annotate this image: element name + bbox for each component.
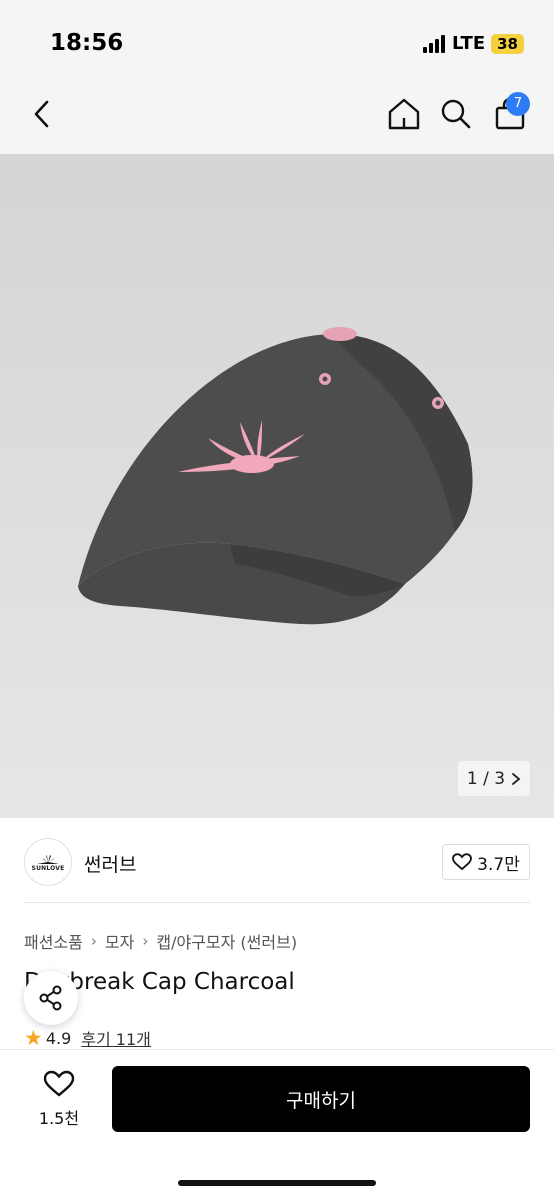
heart-icon — [43, 1070, 75, 1097]
status-indicators: LTE 38 — [423, 33, 524, 54]
heart-icon — [452, 853, 473, 871]
product-image[interactable] — [0, 154, 554, 818]
home-indicator — [178, 1180, 376, 1186]
breadcrumb-item[interactable]: 패션소품 — [24, 929, 83, 953]
wishlist-button[interactable]: 1.5천 — [26, 1066, 92, 1130]
home-icon — [388, 98, 420, 130]
chevron-right-icon: › — [90, 932, 97, 950]
brand-logo[interactable]: SUNLOVE — [24, 838, 72, 886]
network-label: LTE — [452, 33, 486, 54]
rating-value: 4.9 — [45, 1028, 72, 1048]
cart-count-badge: 7 — [506, 92, 530, 116]
nav-bar — [0, 82, 554, 154]
share-button[interactable] — [24, 971, 78, 1025]
chevron-right-icon: › — [142, 932, 149, 950]
search-icon — [441, 99, 471, 129]
home-button[interactable] — [384, 94, 424, 134]
back-button[interactable] — [22, 94, 62, 134]
star-icon: ★ — [24, 1025, 43, 1050]
search-button[interactable] — [436, 94, 476, 134]
share-icon — [39, 985, 62, 1011]
battery-icon: 38 — [491, 33, 524, 54]
rating-row: ★ 4.9 후기 11개 — [24, 1026, 151, 1050]
status-bar: 18:56 LTE 38 — [0, 0, 554, 82]
review-link[interactable]: 후기 11개 — [81, 1026, 151, 1050]
breadcrumb-item[interactable]: 캡/야구모자 (썬러브) — [156, 929, 297, 953]
brand-row: SUNLOVE 썬러브 3.7만 — [0, 818, 554, 902]
cap-image — [78, 327, 473, 625]
sunburst-logo-icon — [37, 855, 59, 864]
status-time: 18:56 — [50, 30, 124, 56]
divider — [24, 902, 530, 903]
image-counter[interactable]: 1 / 3 — [458, 761, 530, 796]
signal-icon — [423, 34, 446, 53]
buy-button[interactable]: 구매하기 — [112, 1066, 530, 1132]
brand-logo-text: SUNLOVE — [31, 865, 65, 872]
breadcrumb: 패션소품 › 모자 › 캡/야구모자 (썬러브) — [24, 929, 297, 953]
chevron-left-icon — [34, 100, 49, 128]
chevron-right-icon — [512, 772, 521, 785]
wishlist-count: 1.5천 — [38, 1109, 80, 1128]
brand-like-button[interactable]: 3.7만 — [442, 844, 530, 880]
brand-name[interactable]: 썬러브 — [84, 850, 136, 877]
image-counter-label: 1 / 3 — [466, 768, 506, 789]
breadcrumb-item[interactable]: 모자 — [105, 929, 134, 953]
brand-like-count: 3.7만 — [477, 854, 520, 875]
